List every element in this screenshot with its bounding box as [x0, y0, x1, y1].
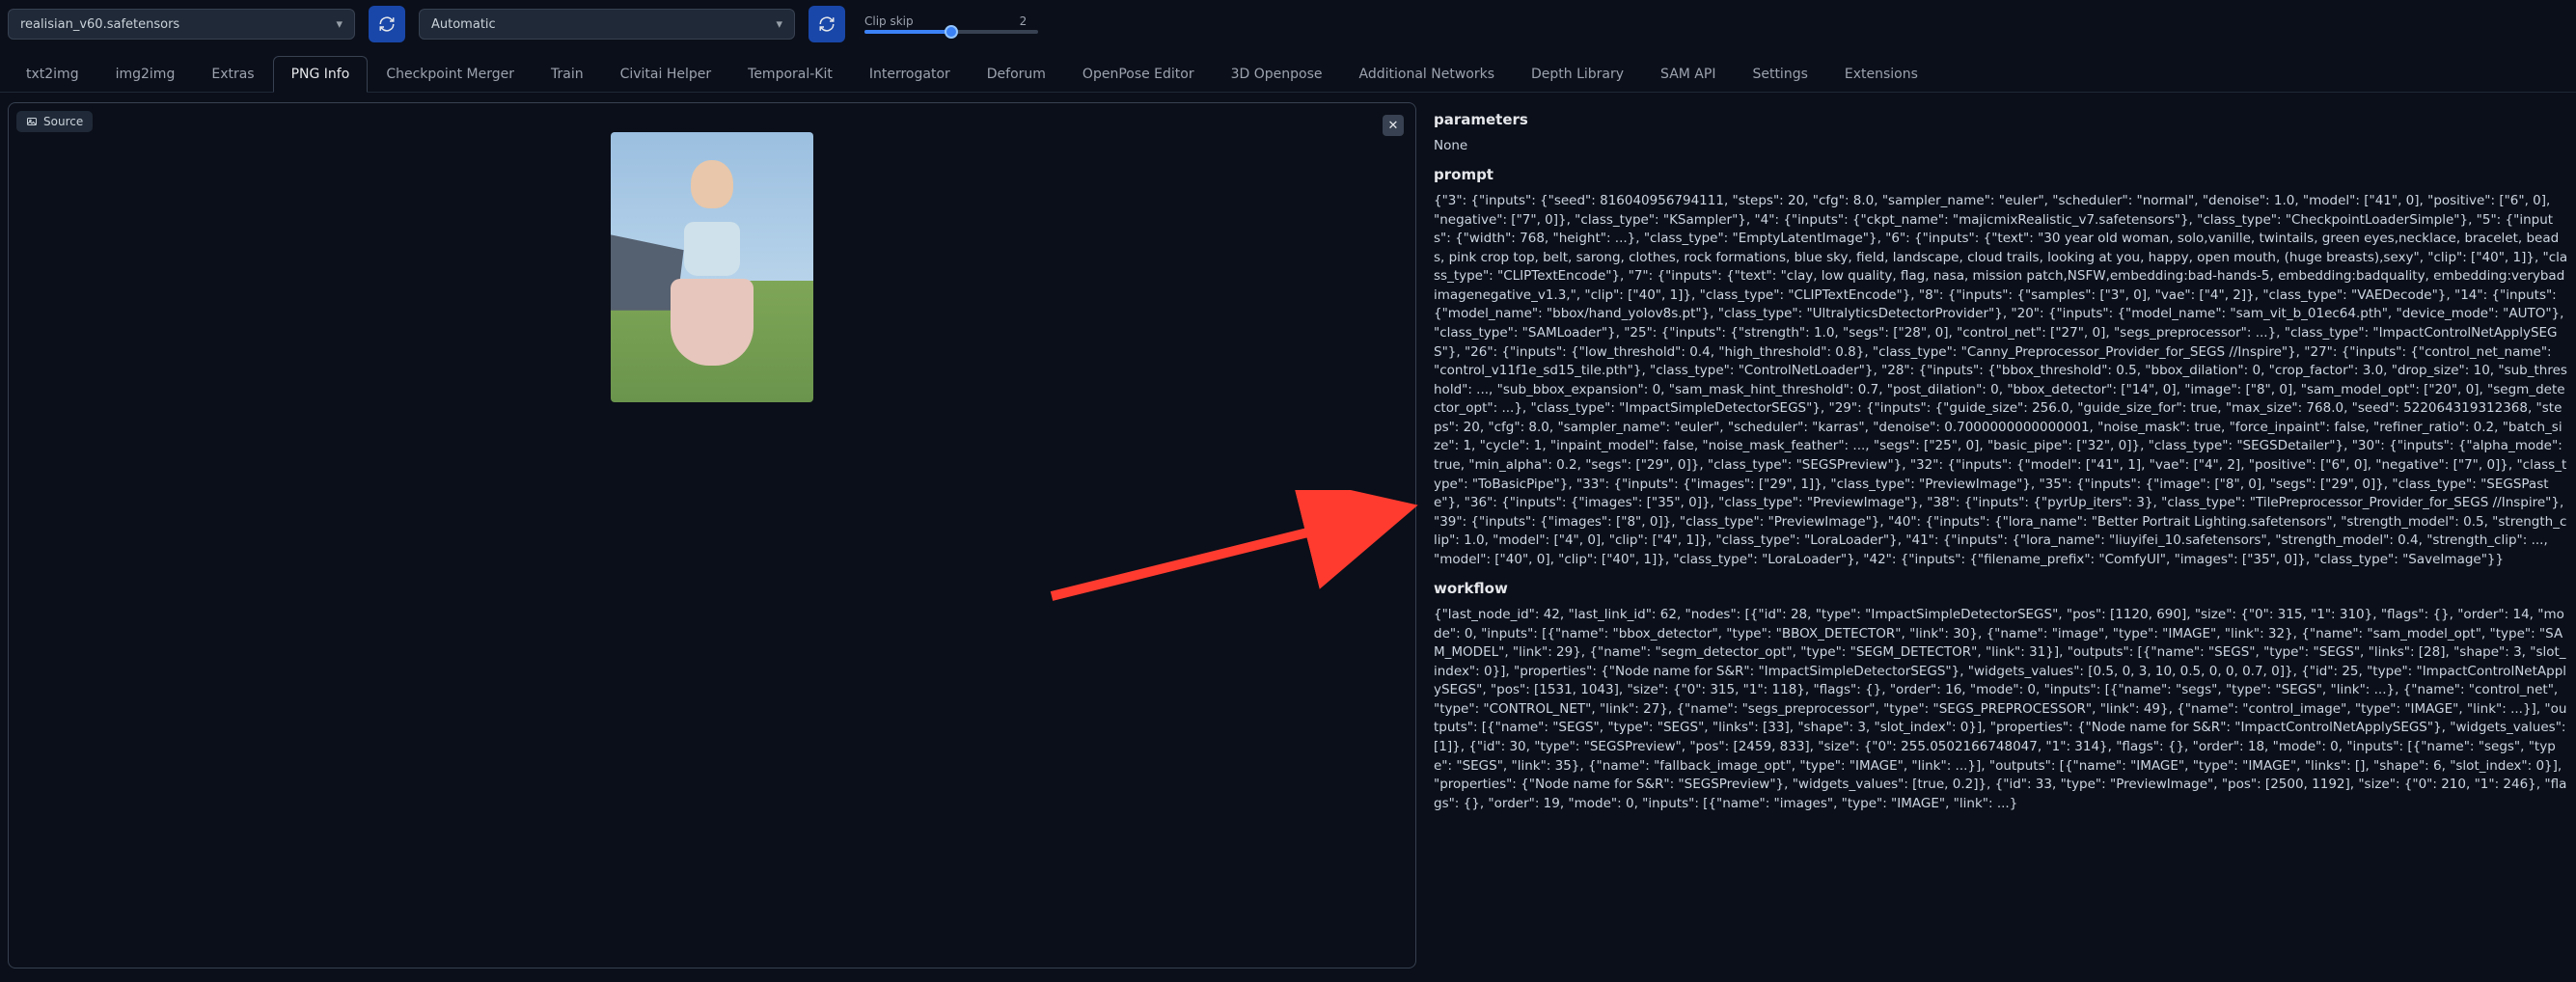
chevron-down-icon: ▾	[336, 17, 343, 32]
prompt-heading: prompt	[1434, 165, 2568, 186]
clip-skip-slider[interactable]	[864, 30, 1038, 34]
tab-checkpoint-merger[interactable]: Checkpoint Merger	[368, 56, 533, 92]
tab-temporal-kit[interactable]: Temporal-Kit	[729, 56, 851, 92]
clip-skip-value: 2	[1020, 14, 1028, 28]
chevron-down-icon: ▾	[776, 17, 782, 32]
tab-civitai-helper[interactable]: Civitai Helper	[602, 56, 730, 92]
clip-skip-label: Clip skip	[864, 14, 914, 28]
checkpoint-value: realisian_v60.safetensors	[20, 17, 179, 32]
info-panel: parameters None prompt {"3": {"inputs": …	[1434, 102, 2568, 968]
tab-extensions[interactable]: Extensions	[1826, 56, 1936, 92]
tab-interrogator[interactable]: Interrogator	[851, 56, 969, 92]
close-icon: ✕	[1388, 119, 1399, 133]
tab-depth-library[interactable]: Depth Library	[1513, 56, 1642, 92]
main-tabs: txt2imgimg2imgExtrasPNG InfoCheckpoint M…	[0, 56, 2576, 93]
parameters-heading: parameters	[1434, 110, 2568, 131]
parameters-value: None	[1434, 137, 2568, 156]
tab-3d-openpose[interactable]: 3D Openpose	[1213, 56, 1341, 92]
tab-deforum[interactable]: Deforum	[969, 56, 1064, 92]
tab-img2img[interactable]: img2img	[97, 56, 194, 92]
vae-value: Automatic	[431, 17, 496, 32]
workflow-value: {"last_node_id": 42, "last_link_id": 62,…	[1434, 606, 2568, 813]
image-icon	[26, 116, 38, 127]
tab-sam-api[interactable]: SAM API	[1642, 56, 1734, 92]
tab-png-info[interactable]: PNG Info	[273, 56, 369, 92]
source-label-text: Source	[43, 115, 83, 128]
source-image[interactable]	[611, 132, 813, 402]
tab-extras[interactable]: Extras	[193, 56, 272, 92]
clip-skip-control: Clip skip 2	[864, 14, 1038, 34]
vae-dropdown[interactable]: Automatic ▾	[419, 9, 795, 40]
refresh-checkpoint-button[interactable]	[369, 6, 405, 42]
tab-txt2img[interactable]: txt2img	[8, 56, 97, 92]
tab-openpose-editor[interactable]: OpenPose Editor	[1064, 56, 1213, 92]
tab-train[interactable]: Train	[533, 56, 602, 92]
close-button[interactable]: ✕	[1383, 115, 1404, 136]
prompt-value: {"3": {"inputs": {"seed": 81604095679411…	[1434, 192, 2568, 569]
source-panel: Source ✕	[8, 102, 1416, 968]
source-label[interactable]: Source	[16, 111, 93, 132]
tab-additional-networks[interactable]: Additional Networks	[1341, 56, 1513, 92]
workflow-heading: workflow	[1434, 579, 2568, 600]
checkpoint-dropdown[interactable]: realisian_v60.safetensors ▾	[8, 9, 355, 40]
refresh-vae-button[interactable]	[808, 6, 845, 42]
tab-settings[interactable]: Settings	[1734, 56, 1825, 92]
